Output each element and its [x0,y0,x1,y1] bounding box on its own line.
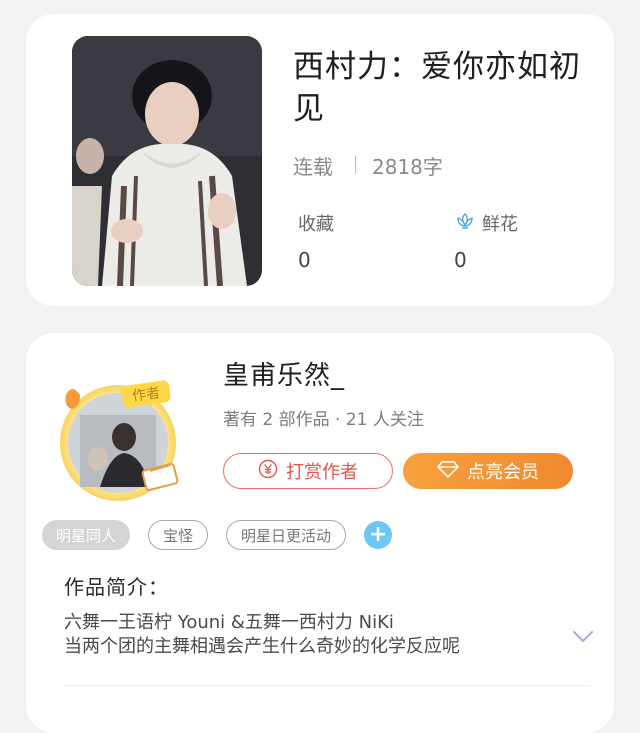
flower-icon [454,211,476,236]
author-avatar[interactable]: 作者 [50,375,186,503]
intro-line: 当两个团的主舞相遇会产生什么奇妙的化学反应呢 [64,636,460,657]
flowers-value: 0 [454,248,467,272]
favorites-label: 收藏 [298,214,334,235]
favorites-stat[interactable]: 收藏 0 [298,210,334,272]
book-cover-image[interactable] [72,36,262,286]
book-meta: 连载 2818字 [293,152,443,179]
add-tag-button[interactable]: + [364,521,393,549]
tag-list: 明星同人 宝怪 明星日更活动 + [42,520,393,550]
tag-item[interactable]: 明星同人 [42,520,131,550]
chevron-down-icon[interactable] [572,629,594,643]
author-stats: 著有 2 部作品 · 21 人关注 [223,410,424,430]
divider [64,685,590,686]
tip-author-button[interactable]: 打赏作者 [223,453,393,489]
intro-text: 六舞一王语柠 Youni &五舞一西村力 NiKi 当两个团的主舞相遇会产生什么… [64,611,564,659]
tag-item[interactable]: 宝怪 [148,520,209,550]
book-status: 连载 [293,154,333,179]
intro-title: 作品简介： [64,575,169,599]
flowers-label-row: 鲜花 [454,210,518,236]
plus-icon: + [368,522,388,547]
author-name[interactable]: 皇甫乐然_ [223,355,345,392]
tip-author-label: 打赏作者 [286,462,358,483]
activate-vip-label: 点亮会员 [467,462,539,483]
author-card: 作者 皇甫乐然_ 著有 2 部作品 · 21 人关注 打赏作者 点亮会员 明星同… [26,333,614,733]
book-title: 西村力：爱你亦如初见 [293,49,581,127]
book-card: 西村力：爱你亦如初见 连载 2818字 收藏 0 鲜花 0 [26,14,614,306]
flowers-label: 鲜花 [482,214,518,235]
intro-line: 六舞一王语柠 Youni &五舞一西村力 NiKi [64,612,394,633]
favorites-label-row: 收藏 [298,210,334,236]
activate-vip-button[interactable]: 点亮会员 [403,453,573,489]
flowers-stat[interactable]: 鲜花 0 [454,210,518,272]
favorites-value: 0 [298,248,311,272]
coin-icon [258,459,278,484]
book-word-count: 2818字 [372,154,443,179]
diamond-icon [436,460,460,483]
meta-divider [355,156,356,174]
tag-item[interactable]: 明星日更活动 [226,520,347,550]
